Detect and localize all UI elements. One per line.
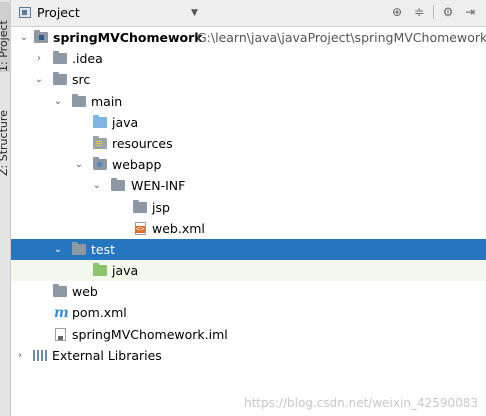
tree-root-path: G:\learn\java\javaProject\springMVChomew… xyxy=(197,30,486,45)
project-view-title: Project xyxy=(37,5,80,20)
project-icon xyxy=(19,7,31,18)
tree-row-wen-inf[interactable]: ⌄ WEN-INF xyxy=(11,175,486,196)
tree-row-iml[interactable]: springMVChomework.iml xyxy=(11,324,486,345)
folder-icon xyxy=(111,178,125,192)
resources-folder-icon xyxy=(93,135,107,149)
tree-item-label: WEN-INF xyxy=(131,178,186,194)
gear-icon[interactable]: ⚙ xyxy=(440,4,456,20)
chevron-down-icon[interactable]: ▼ xyxy=(191,8,198,18)
tree-row-webapp[interactable]: ⌄ webapp xyxy=(11,154,486,175)
structure-tool-tab[interactable]: Z: Structure xyxy=(0,96,11,176)
web-folder-icon xyxy=(93,157,107,171)
tree-item-label: java xyxy=(112,263,139,279)
tree-item-label: External Libraries xyxy=(52,347,162,363)
tree-item-label: springMVChomework.iml xyxy=(72,326,228,342)
module-file-icon xyxy=(55,327,66,341)
tree-item-label: web xyxy=(72,284,98,300)
tree-row-main-java[interactable]: java xyxy=(11,112,486,133)
project-folder-icon xyxy=(34,30,48,43)
tree-row-web-xml[interactable]: web.xml xyxy=(11,218,486,239)
tree-row-main[interactable]: ⌄ main xyxy=(11,91,486,112)
tree-row-test-java[interactable]: java xyxy=(11,260,486,282)
folder-icon xyxy=(72,241,86,255)
folder-icon xyxy=(133,199,147,213)
project-toolbar: Project ▼ ⊕ ≑ ⚙ ⇥ xyxy=(11,0,486,27)
hide-icon[interactable]: ⇥ xyxy=(462,4,478,20)
test-source-folder-icon xyxy=(93,263,107,277)
tree-item-label: .idea xyxy=(72,51,103,67)
tool-window-strip: 1: Project Z: Structure xyxy=(0,0,11,416)
tree-item-label: webapp xyxy=(112,157,162,173)
tree-root-name: springMVChomework xyxy=(53,30,203,45)
source-folder-icon xyxy=(93,114,107,128)
tree-row-src[interactable]: ⌄ src xyxy=(11,69,486,90)
tree-item-label: pom.xml xyxy=(72,305,127,321)
maven-icon: m xyxy=(54,305,69,322)
libraries-icon xyxy=(33,349,47,361)
project-tool-tab[interactable]: 1: Project xyxy=(0,2,11,72)
chevron-down-icon[interactable]: ⌄ xyxy=(33,69,45,90)
chevron-down-icon[interactable]: ⌄ xyxy=(73,154,85,175)
tree-item-label: resources xyxy=(112,135,173,151)
target-icon[interactable]: ⊕ xyxy=(389,4,405,20)
project-view-selector[interactable]: Project xyxy=(19,5,80,20)
tree-row-test[interactable]: ⌄ test xyxy=(11,238,486,261)
tree-item-label: main xyxy=(91,93,123,109)
folder-icon xyxy=(53,51,67,65)
tree-item-label: java xyxy=(112,114,139,130)
chevron-right-icon[interactable]: › xyxy=(14,345,26,366)
tree-row-external-libraries[interactable]: › External Libraries xyxy=(11,345,486,366)
folder-icon xyxy=(72,93,86,107)
tree-row-idea[interactable]: › .idea xyxy=(11,48,486,69)
chevron-down-icon[interactable]: ⌄ xyxy=(18,27,30,48)
chevron-right-icon[interactable]: › xyxy=(33,48,45,69)
xml-file-icon xyxy=(135,221,146,235)
tree-item-label: test xyxy=(91,241,116,257)
folder-icon xyxy=(53,284,67,298)
collapse-icon[interactable]: ≑ xyxy=(411,4,427,20)
chevron-down-icon[interactable]: ⌄ xyxy=(91,175,103,196)
tree-row-web[interactable]: web xyxy=(11,281,486,302)
toolbar-divider xyxy=(433,5,434,19)
tree-row-pom[interactable]: m pom.xml xyxy=(11,302,486,323)
tree-item-label: src xyxy=(72,72,91,88)
tree-item-label: jsp xyxy=(152,199,170,215)
watermark: https://blog.csdn.net/weixin_42590083 xyxy=(243,396,478,410)
folder-icon xyxy=(53,72,67,86)
chevron-down-icon[interactable]: ⌄ xyxy=(52,239,64,260)
toolbar-actions: ⊕ ≑ ⚙ ⇥ xyxy=(389,4,478,20)
tree-row-resources[interactable]: resources xyxy=(11,133,486,154)
tree-row-jsp[interactable]: jsp xyxy=(11,197,486,218)
tree-item-label: web.xml xyxy=(152,220,205,236)
project-tree: ⌄ springMVChomework G:\learn\java\javaPr… xyxy=(11,27,486,366)
chevron-down-icon[interactable]: ⌄ xyxy=(52,91,64,112)
tree-row-root[interactable]: ⌄ springMVChomework G:\learn\java\javaPr… xyxy=(11,27,486,48)
